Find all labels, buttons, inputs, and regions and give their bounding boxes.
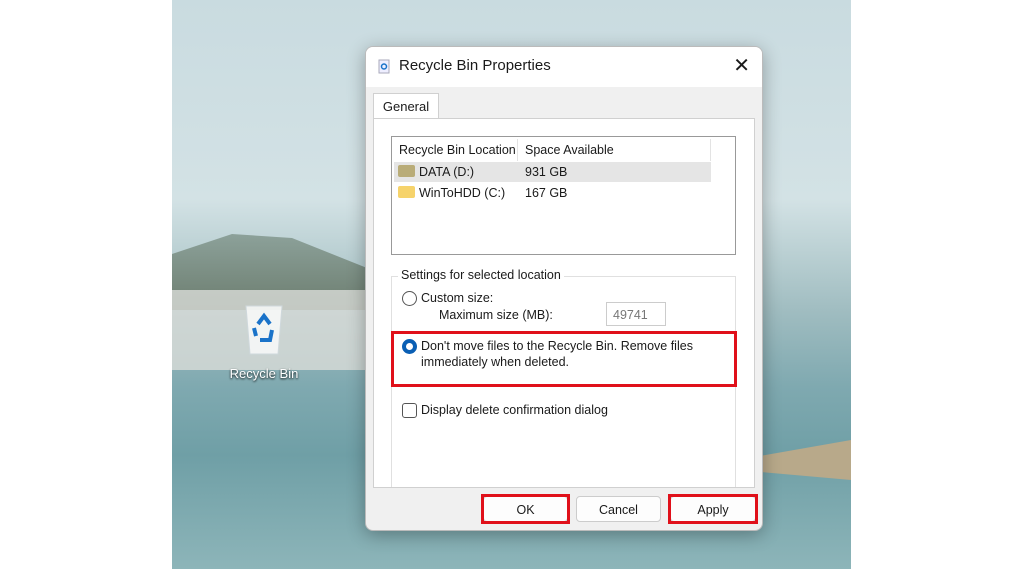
list-item[interactable]: DATA (D:) 931 GB: [394, 162, 711, 182]
desktop-recycle-bin[interactable]: Recycle Bin: [230, 300, 298, 381]
list-item[interactable]: WinToHDD (C:) 167 GB: [394, 183, 711, 203]
space-available: 931 GB: [525, 165, 568, 179]
delete-confirmation-label: Display delete confirmation dialog: [421, 403, 608, 417]
drive-folder-icon: [398, 165, 415, 177]
highlight-dont-move: [391, 331, 737, 387]
recycle-bin-properties-dialog: Recycle Bin Properties ✕ General Recycle…: [365, 46, 763, 531]
highlight-apply: [668, 494, 758, 524]
general-panel: Recycle Bin Location Space Available DAT…: [373, 118, 755, 488]
space-available: 167 GB: [525, 186, 568, 200]
desktop-icon-label: Recycle Bin: [229, 366, 299, 381]
location-name: WinToHDD (C:): [419, 186, 506, 200]
custom-size-label: Custom size:: [421, 291, 494, 305]
title-bar: Recycle Bin Properties ✕: [366, 47, 762, 87]
max-size-label: Maximum size (MB):: [439, 308, 553, 322]
recycle-bin-icon: [245, 305, 283, 355]
recycle-bin-icon: [378, 59, 390, 74]
cancel-button[interactable]: Cancel: [576, 496, 661, 522]
delete-confirmation-checkbox[interactable]: [402, 403, 417, 418]
location-list[interactable]: Recycle Bin Location Space Available DAT…: [391, 136, 736, 255]
max-size-input[interactable]: 49741: [606, 302, 666, 326]
close-button[interactable]: ✕: [733, 53, 750, 78]
location-name: DATA (D:): [419, 165, 475, 179]
dialog-title: Recycle Bin Properties: [399, 57, 551, 74]
column-header-location[interactable]: Recycle Bin Location: [394, 139, 518, 161]
drive-folder-icon: [398, 186, 415, 198]
tab-general[interactable]: General: [373, 93, 439, 120]
highlight-ok: [481, 494, 570, 524]
column-header-space[interactable]: Space Available: [519, 139, 711, 161]
custom-size-radio[interactable]: [402, 291, 417, 306]
settings-group-label: Settings for selected location: [398, 268, 564, 282]
